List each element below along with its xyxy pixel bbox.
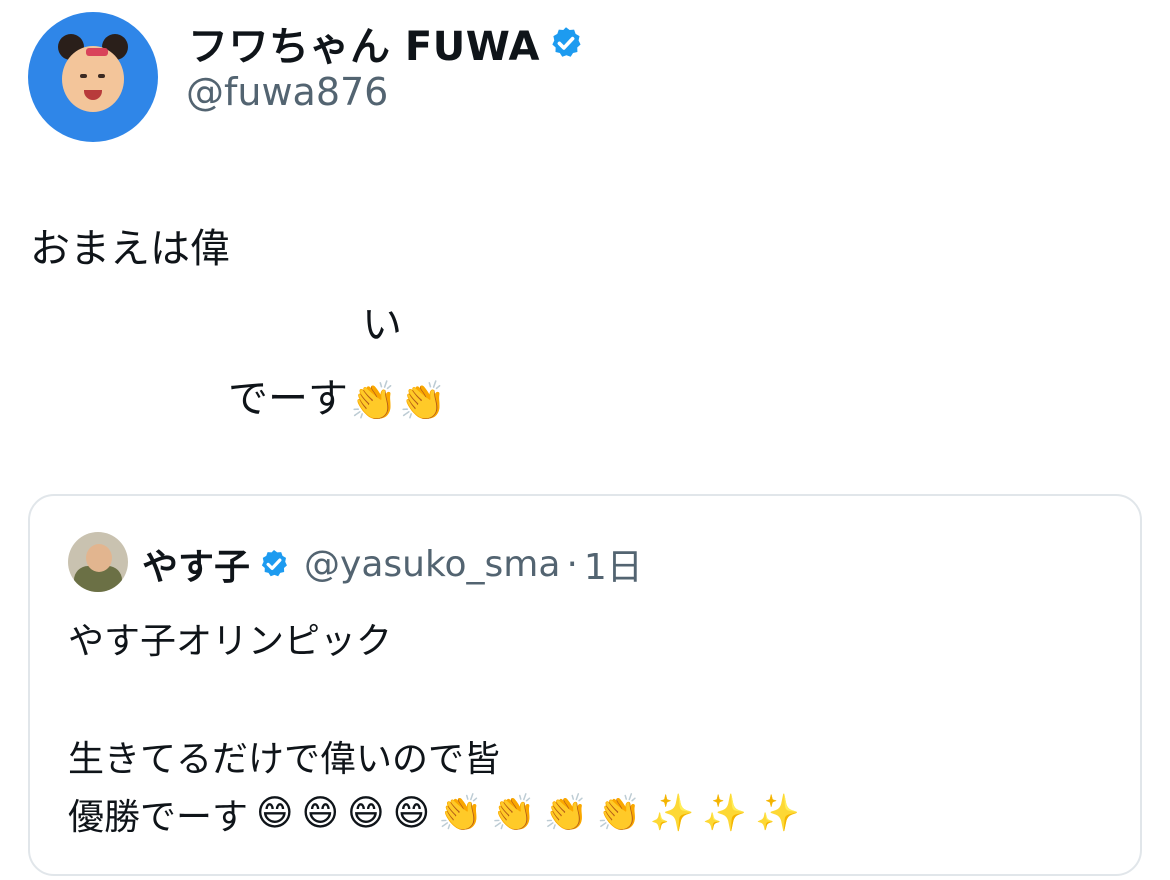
quoted-tweet-header: やす子 @yasuko_sma · 1日 — [142, 538, 643, 590]
clapping-hands-emoji: 👏 — [350, 379, 398, 423]
clapping-hands-emoji: 👏 — [596, 793, 642, 834]
quoted-tweet-text-line: やす子オリンピック — [68, 621, 393, 662]
quoted-tweet-text-fragment: 優勝でーす — [68, 797, 249, 838]
author-name-text: フワちゃん FUWA — [188, 24, 541, 70]
clapping-hands-emoji: 👏 — [438, 793, 483, 834]
avatar-head — [86, 544, 112, 572]
author-display-name[interactable]: フワちゃん FUWA — [188, 14, 584, 72]
quoted-tweet-text-line: 生きてるだけで偉いので皆 — [68, 739, 501, 780]
quoted-tweet-timestamp[interactable]: 1日 — [584, 538, 643, 590]
author-avatar[interactable] — [28, 12, 158, 142]
sparkles-emoji: ✨ — [649, 793, 695, 834]
grinning-face-emoji: 😄 — [301, 793, 340, 834]
quoted-author-name[interactable]: やす子 — [142, 538, 250, 590]
separator-dot: · — [566, 543, 578, 585]
quoted-tweet-card[interactable]: やす子 @yasuko_sma · 1日 やす子オリンピック 生きてるだけで偉い… — [28, 494, 1142, 876]
verified-badge-icon — [552, 27, 581, 57]
avatar-eye — [98, 74, 105, 78]
grinning-face-emoji: 😄 — [347, 793, 385, 834]
quoted-author-handle[interactable]: @yasuko_sma — [304, 544, 560, 585]
clapping-hands-emoji: 👏 — [490, 793, 536, 834]
avatar-eye — [80, 74, 87, 78]
avatar-hair-clip — [86, 48, 108, 56]
author-handle[interactable]: @fuwa876 — [186, 70, 388, 114]
tweet-text-line: でーす👏👏 — [228, 366, 447, 424]
sparkles-emoji: ✨ — [755, 793, 800, 834]
verified-badge-icon — [261, 550, 287, 577]
tweet-text-fragment: でーす — [228, 376, 348, 422]
tweet-text-line: い — [362, 302, 402, 348]
grinning-face-emoji: 😄 — [256, 793, 294, 834]
sparkles-emoji: ✨ — [702, 793, 748, 834]
clapping-hands-emoji: 👏 — [399, 379, 447, 423]
grinning-face-emoji: 😄 — [392, 793, 431, 834]
tweet-text-line: おまえは偉 — [30, 226, 230, 272]
tweet-screenshot: フワちゃん FUWA @fuwa876 おまえは偉 い でーす👏👏 やす子 @y… — [0, 0, 1170, 880]
quoted-tweet-text-line: 優勝でーす 😄 😄 😄 😄 👏 👏 👏 👏 ✨ ✨ ✨ — [68, 788, 800, 840]
quoted-author-avatar[interactable] — [68, 532, 128, 592]
clapping-hands-emoji: 👏 — [543, 793, 589, 834]
